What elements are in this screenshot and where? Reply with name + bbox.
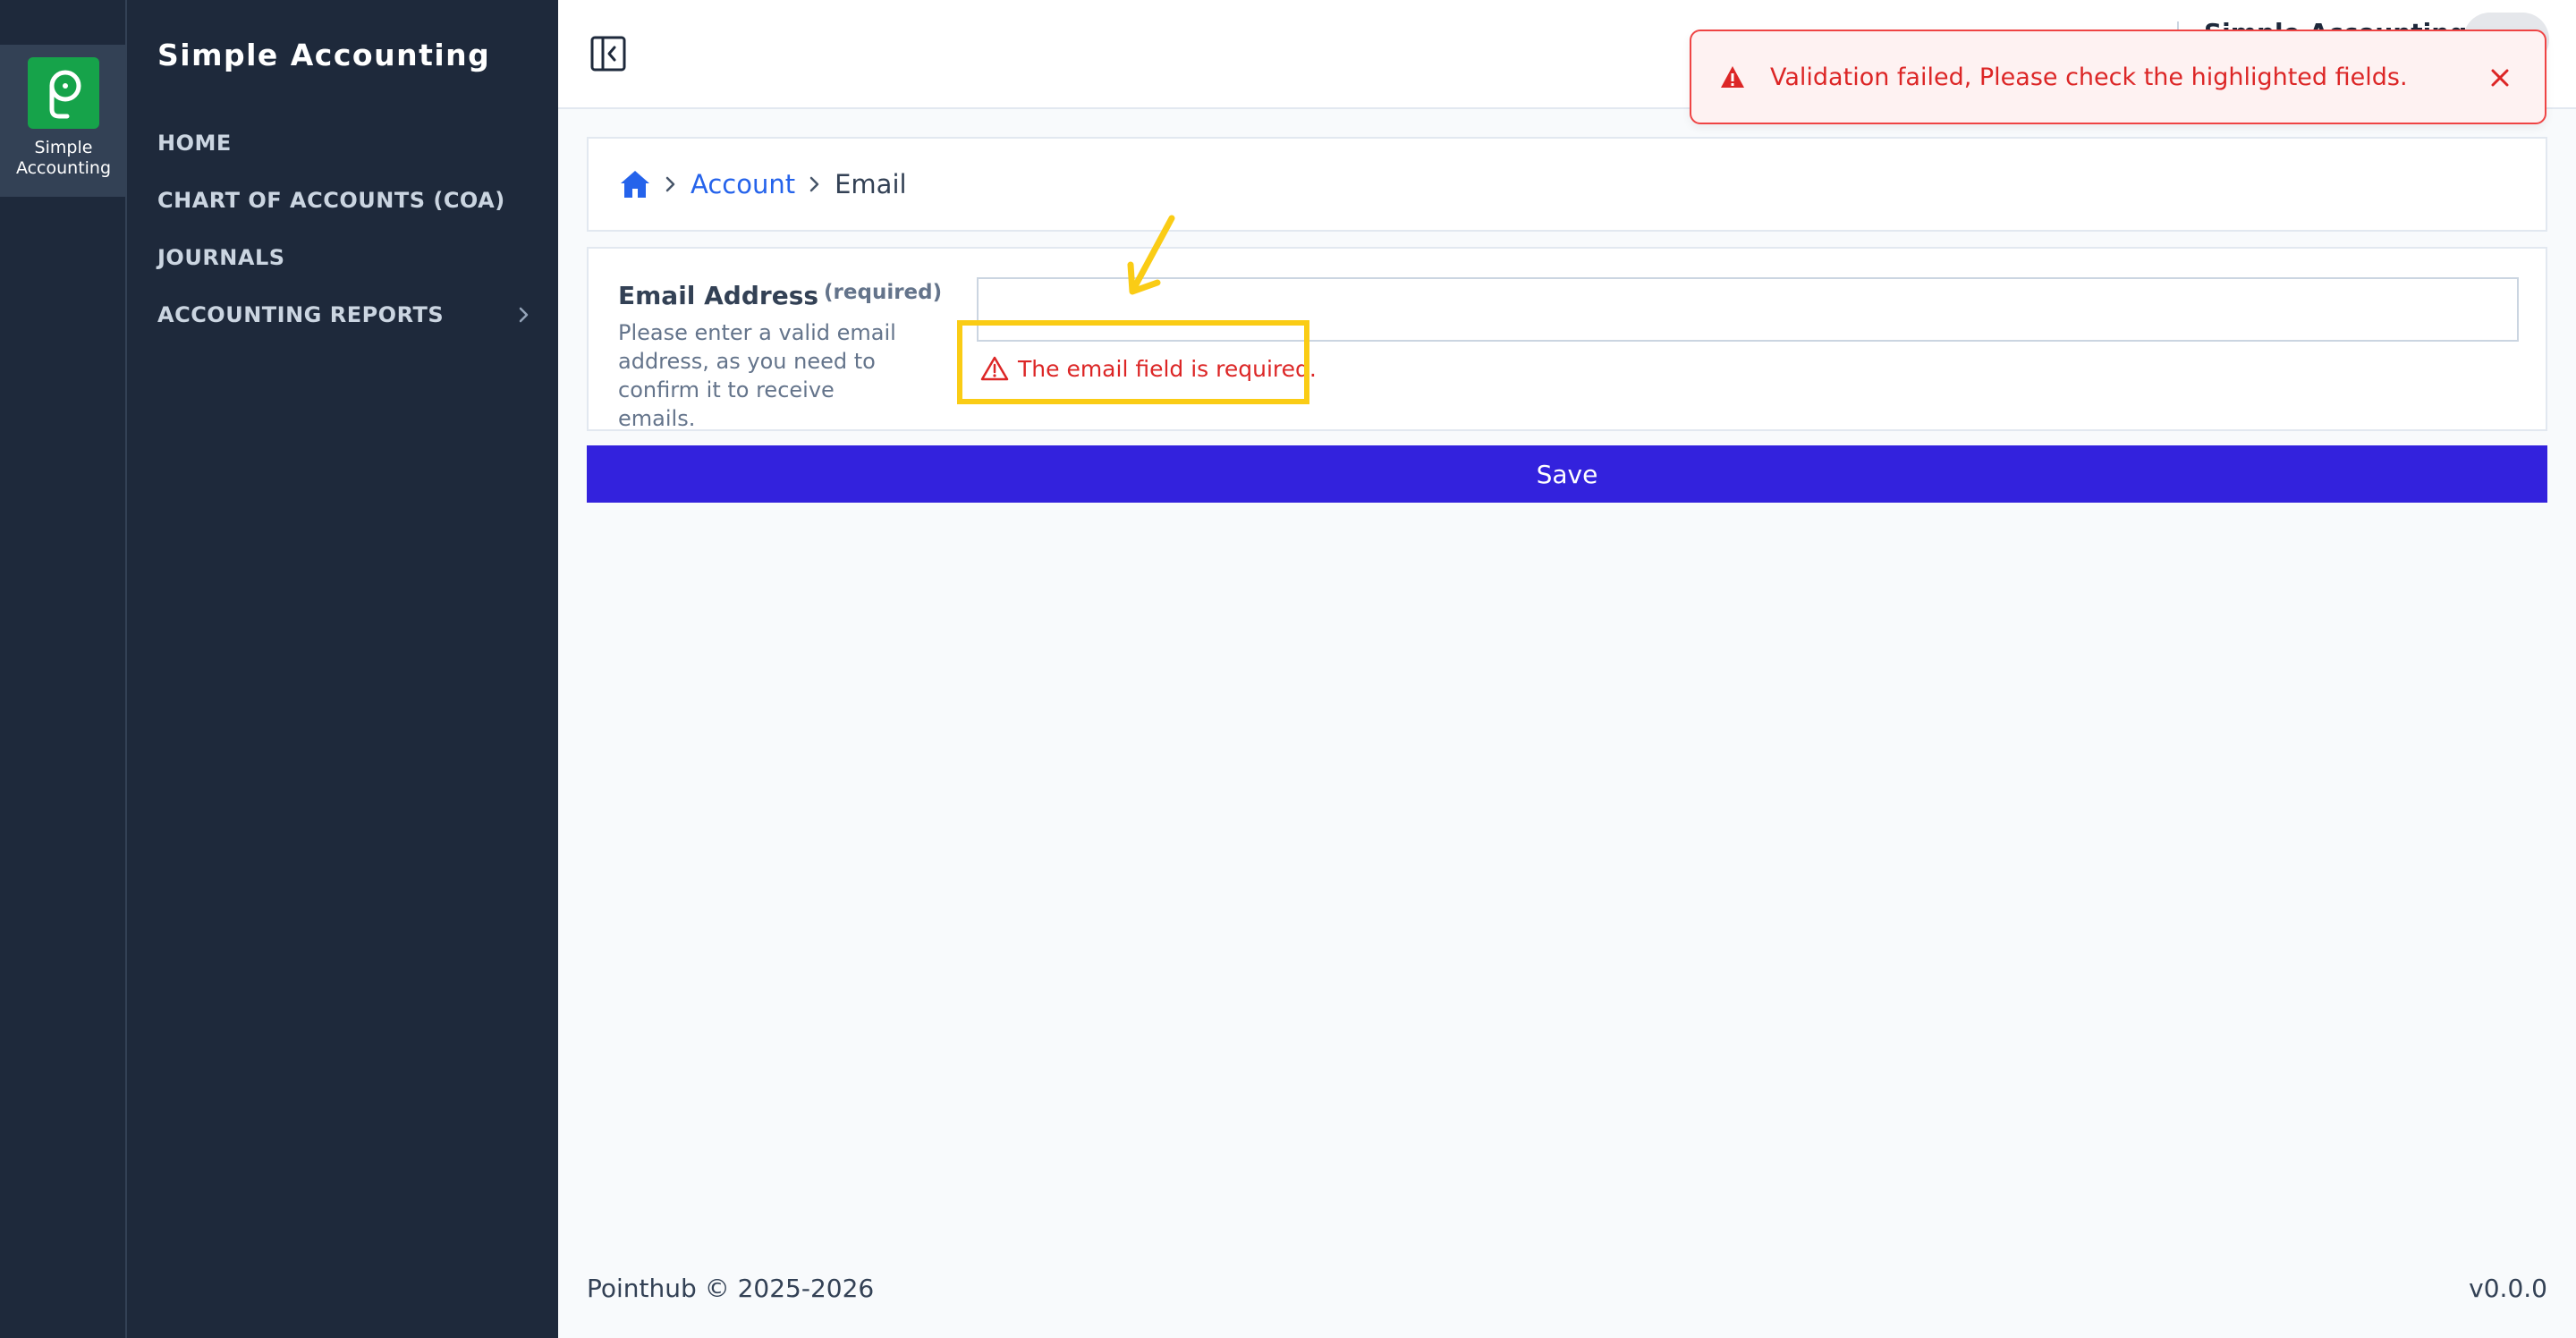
annotation-highlight-box bbox=[957, 320, 1309, 404]
chevron-right-icon bbox=[808, 174, 822, 194]
sidebar-item-accounting-reports[interactable]: ACCOUNTING REPORTS bbox=[157, 292, 533, 337]
sidebar-item-chart-of-accounts[interactable]: CHART OF ACCOUNTS (COA) bbox=[157, 178, 533, 223]
sidebar-item-home[interactable]: HOME bbox=[157, 121, 533, 165]
home-icon bbox=[621, 171, 649, 198]
validation-toast: Validation failed, Please check the high… bbox=[1690, 30, 2546, 124]
breadcrumb-current: Email bbox=[835, 169, 907, 199]
footer-version: v0.0.0 bbox=[2469, 1274, 2547, 1303]
sidebar-title: Simple Accounting bbox=[157, 38, 491, 72]
rail-app-simple-accounting[interactable]: Simple Accounting bbox=[0, 45, 127, 197]
breadcrumb-account-link[interactable]: Account bbox=[691, 169, 795, 199]
sidebar-toggle-icon bbox=[590, 36, 626, 72]
sidebar-item-label: ACCOUNTING REPORTS bbox=[157, 302, 445, 327]
email-help-text: Please enter a valid email address, as y… bbox=[618, 320, 896, 431]
save-button[interactable]: Save bbox=[587, 445, 2547, 503]
annotation-arrow-icon bbox=[1127, 215, 1175, 295]
sidebar: Simple Accounting HOME CHART OF ACCOUNTS… bbox=[127, 0, 558, 1338]
breadcrumb: Account Email bbox=[587, 137, 2547, 232]
required-tag: (required) bbox=[824, 281, 943, 304]
sidebar-item-journals[interactable]: JOURNALS bbox=[157, 235, 533, 280]
chevron-right-icon bbox=[664, 174, 678, 194]
rail-app-label: Simple Accounting bbox=[15, 138, 112, 178]
warning-icon bbox=[1720, 64, 1745, 89]
footer-copyright: Pointhub © 2025-2026 bbox=[587, 1274, 875, 1303]
close-icon bbox=[2491, 69, 2509, 87]
email-label-text: Email Address bbox=[618, 281, 819, 310]
toast-close-button[interactable] bbox=[2487, 65, 2512, 90]
email-form-card: Email Address (required) Please enter a v… bbox=[587, 247, 2547, 431]
chevron-right-icon bbox=[515, 304, 533, 331]
breadcrumb-home[interactable] bbox=[619, 168, 651, 200]
app-rail: Simple Accounting bbox=[0, 0, 127, 1338]
sidebar-item-label: HOME bbox=[157, 131, 232, 156]
pointhub-logo-icon bbox=[28, 57, 99, 129]
sidebar-toggle-button[interactable] bbox=[589, 34, 628, 73]
toast-message: Validation failed, Please check the high… bbox=[1770, 63, 2408, 91]
sidebar-item-label: CHART OF ACCOUNTS (COA) bbox=[157, 188, 505, 213]
email-field-label: Email Address (required) bbox=[618, 281, 942, 310]
sidebar-item-label: JOURNALS bbox=[157, 245, 285, 270]
